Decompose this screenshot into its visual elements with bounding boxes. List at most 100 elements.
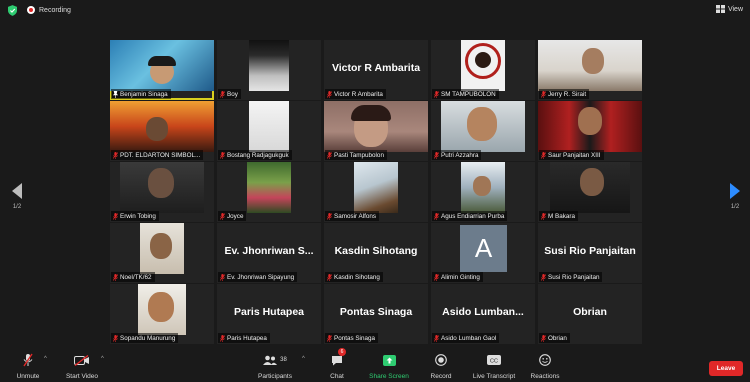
muted-mic-icon	[327, 212, 332, 220]
previous-page-button[interactable]: 1/2	[10, 183, 24, 210]
chat-button[interactable]: 6 Chat	[326, 348, 348, 380]
participant-name-label: Jerry R. Sirait	[539, 89, 590, 99]
participant-tile[interactable]: Ev. Jhonriwan S... Ev. Jhonriwan Sipayun…	[217, 223, 321, 283]
participant-name: Agus Endiarrian Purba	[441, 212, 505, 220]
meeting-toolbar: Unmute ^ Start Video ^ 38 Participants ^…	[0, 348, 750, 382]
chevron-right-icon	[730, 183, 740, 199]
participant-tile[interactable]: Putri Azzahra	[431, 101, 535, 161]
participant-tile[interactable]: Pasti Tampubolon	[324, 101, 428, 161]
participant-tile[interactable]: Kasdin Sihotang Kasdin Sihotang	[324, 223, 428, 283]
participant-tile[interactable]: Victor R Ambarita Victor R Ambarita	[324, 40, 428, 100]
recording-indicator[interactable]: Recording	[27, 6, 71, 14]
chevron-left-icon	[12, 183, 22, 199]
video-feed	[582, 48, 604, 74]
participant-name: Ev. Jhonriwan Sipayung	[227, 273, 295, 281]
video-feed	[148, 56, 176, 66]
muted-mic-icon	[113, 334, 118, 342]
live-transcript-label: Live Transcript	[472, 373, 516, 380]
start-video-label: Start Video	[65, 373, 99, 380]
participant-name: Putri Azzahra	[441, 151, 479, 159]
participant-tile[interactable]: SM TAMPUBOLON	[431, 40, 535, 100]
unmute-button[interactable]: Unmute	[12, 352, 44, 380]
record-icon	[435, 354, 447, 366]
share-screen-button[interactable]: Share Screen	[366, 352, 412, 380]
muted-mic-icon	[541, 90, 546, 98]
muted-mic-icon	[541, 273, 546, 281]
participant-name-label: Sopandu Manurung	[111, 333, 179, 343]
video-feed	[148, 292, 174, 322]
participant-tile[interactable]: Susi Rio Panjaitan Susi Rio Panjaitan	[538, 223, 642, 283]
participant-tile[interactable]: Paris Hutapea Paris Hutapea	[217, 284, 321, 344]
participant-display-name: Susi Rio Panjaitan	[544, 245, 636, 257]
reactions-label: Reactions	[530, 373, 560, 380]
participant-tile[interactable]: A Alimin Ginting	[431, 223, 535, 283]
leave-button[interactable]: Leave	[709, 361, 743, 376]
security-shield-icon[interactable]	[8, 5, 17, 16]
participant-tile[interactable]: PDT. ELDARTON SIMBOL...	[110, 101, 214, 161]
reactions-button[interactable]: Reactions	[528, 352, 562, 380]
video-feed	[247, 162, 291, 213]
participant-tile[interactable]: Bostang Radjagukguk	[217, 101, 321, 161]
participant-name: Susi Rio Panjaitan	[548, 273, 600, 281]
participant-tile[interactable]: Asido Lumban... Asido Lumban Gaol	[431, 284, 535, 344]
recording-label: Recording	[39, 6, 71, 14]
participant-tile[interactable]: Jerry R. Sirait	[538, 40, 642, 100]
participant-name-label: Asido Lumban Gaol	[432, 333, 500, 343]
muted-mic-icon	[434, 334, 439, 342]
participant-display-name: Kasdin Sihotang	[334, 245, 418, 257]
participants-options-chevron-icon[interactable]: ^	[302, 356, 305, 362]
muted-mic-icon	[327, 334, 332, 342]
participant-name-label: Paris Hutapea	[218, 333, 270, 343]
participant-tile[interactable]: Saur Panjaitan XIII	[538, 101, 642, 161]
participant-tile[interactable]: M Bakara	[538, 162, 642, 222]
view-button[interactable]: View	[715, 5, 743, 13]
participant-display-name: Obrian	[573, 306, 607, 318]
participant-tile[interactable]: Sopandu Manurung	[110, 284, 214, 344]
participant-name: Sopandu Manurung	[120, 334, 176, 342]
participant-name: Pontas Sinaga	[334, 334, 375, 342]
muted-mic-icon	[23, 353, 33, 367]
participant-name: Boy	[227, 90, 238, 98]
participant-tile[interactable]: Boy	[217, 40, 321, 100]
participant-display-name: Paris Hutapea	[233, 306, 305, 318]
participant-name-label: Boy	[218, 89, 241, 99]
video-feed	[578, 107, 602, 135]
participant-name: PDT. ELDARTON SIMBOL...	[120, 151, 201, 159]
muted-mic-icon	[541, 212, 546, 220]
participants-label: Participants	[258, 373, 292, 380]
participant-tile[interactable]: Agus Endiarrian Purba	[431, 162, 535, 222]
muted-mic-icon	[541, 334, 546, 342]
start-video-button[interactable]: Start Video	[62, 352, 102, 380]
video-feed	[148, 168, 174, 198]
muted-mic-icon	[220, 273, 225, 281]
chat-icon	[332, 355, 342, 365]
participant-tile[interactable]: Noel/TK/62	[110, 223, 214, 283]
participant-name-label: Pasti Tampubolon	[325, 150, 387, 160]
participant-tile[interactable]: Obrian Obrian	[538, 284, 642, 344]
participant-tile[interactable]: Samosir Alfons	[324, 162, 428, 222]
pin-icon	[113, 90, 118, 98]
video-feed	[249, 101, 289, 152]
participant-display-name: Asido Lumban...	[442, 306, 524, 318]
muted-mic-icon	[434, 90, 439, 98]
next-page-button[interactable]: 1/2	[728, 183, 742, 210]
record-button[interactable]: Record	[428, 352, 454, 380]
participants-button[interactable]: 38 Participants	[254, 352, 296, 380]
muted-mic-icon	[434, 212, 439, 220]
participant-tile[interactable]: Benjamin Sinaga	[110, 40, 214, 100]
audio-options-chevron-icon[interactable]: ^	[44, 356, 47, 362]
live-transcript-button[interactable]: CC Live Transcript	[468, 352, 520, 380]
participant-name: Obrian	[548, 334, 567, 342]
participant-tile[interactable]: Joyce	[217, 162, 321, 222]
participant-name-label: M Bakara	[539, 211, 578, 221]
page-indicator-right: 1/2	[730, 204, 740, 210]
video-feed	[351, 105, 391, 121]
participant-name: Jerry R. Sirait	[548, 90, 587, 98]
video-feed	[354, 162, 398, 213]
participant-tile[interactable]: Pontas Sinaga Pontas Sinaga	[324, 284, 428, 344]
unmute-label: Unmute	[16, 373, 40, 380]
video-options-chevron-icon[interactable]: ^	[101, 356, 104, 362]
muted-mic-icon	[434, 273, 439, 281]
participant-name-label: Putri Azzahra	[432, 150, 482, 160]
participant-tile[interactable]: Erwin Tobing	[110, 162, 214, 222]
